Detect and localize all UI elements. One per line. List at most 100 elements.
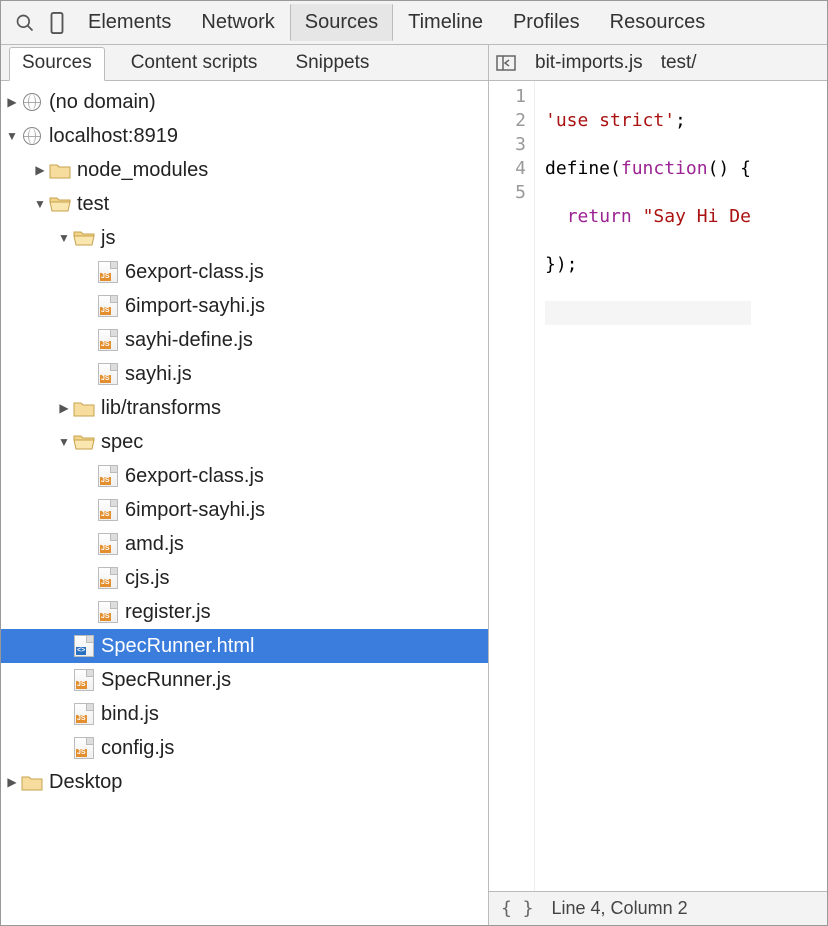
tab-network[interactable]: Network — [186, 4, 289, 41]
tree-label: cjs.js — [125, 561, 169, 595]
tree-host[interactable]: ▼ localhost:8919 — [1, 119, 488, 153]
line-number: 4 — [489, 157, 526, 181]
chevron-down-icon: ▼ — [33, 187, 47, 221]
chevron-down-icon: ▼ — [5, 119, 19, 153]
tree-label: node_modules — [77, 153, 208, 187]
tree-label: 6import-sayhi.js — [125, 289, 265, 323]
editor-tab[interactable]: test/ — [661, 52, 697, 74]
code-token: function — [621, 158, 708, 179]
code-token: 'use strict' — [545, 110, 675, 131]
tree-file[interactable]: JS 6export-class.js — [1, 255, 488, 289]
line-number: 5 — [489, 181, 526, 205]
tree-folder-node-modules[interactable]: ▶ node_modules — [1, 153, 488, 187]
tree-folder-js[interactable]: ▼ js — [1, 221, 488, 255]
main-split: Sources Content scripts Snippets ▶ (no d… — [1, 45, 827, 925]
tree-label: spec — [101, 425, 143, 459]
tree-file[interactable]: JS sayhi-define.js — [1, 323, 488, 357]
js-file-icon: JS — [97, 364, 119, 384]
tree-domain-none[interactable]: ▶ (no domain) — [1, 85, 488, 119]
show-navigator-icon[interactable] — [495, 55, 517, 71]
folder-icon — [49, 160, 71, 180]
editor-tab-label: test/ — [661, 52, 697, 74]
code-token: }); — [545, 254, 578, 275]
tree-label: register.js — [125, 595, 211, 629]
html-file-icon: <> — [73, 636, 95, 656]
tree-label: SpecRunner.html — [101, 629, 254, 663]
js-file-icon: JS — [97, 330, 119, 350]
tree-file[interactable]: JS 6import-sayhi.js — [1, 289, 488, 323]
tree-folder-spec[interactable]: ▼ spec — [1, 425, 488, 459]
navigator-sub-tabs: Sources Content scripts Snippets — [1, 45, 488, 81]
js-file-icon: JS — [97, 568, 119, 588]
editor-tab-active[interactable]: bit-imports.js — [535, 52, 643, 74]
tree-label: 6export-class.js — [125, 255, 264, 289]
tree-file[interactable]: JS SpecRunner.js — [1, 663, 488, 697]
tree-file[interactable]: JS 6import-sayhi.js — [1, 493, 488, 527]
js-file-icon: JS — [97, 466, 119, 486]
tree-label: sayhi-define.js — [125, 323, 253, 357]
editor-status-bar: { } Line 4, Column 2 — [489, 891, 827, 925]
tree-folder-lib-transforms[interactable]: ▶ lib/transforms — [1, 391, 488, 425]
code-token — [632, 206, 643, 227]
sub-tab-sources[interactable]: Sources — [9, 47, 105, 81]
sub-tab-snippets[interactable]: Snippets — [283, 48, 381, 80]
chevron-right-icon: ▶ — [5, 765, 19, 799]
tab-timeline[interactable]: Timeline — [393, 4, 498, 41]
devtools-panel-tabs: Elements Network Sources Timeline Profil… — [73, 4, 720, 41]
code-token: () { — [708, 158, 751, 179]
tree-file[interactable]: JS config.js — [1, 731, 488, 765]
line-number: 1 — [489, 85, 526, 109]
editor-tab-bar: bit-imports.js test/ — [489, 45, 827, 81]
folder-open-icon — [73, 432, 95, 452]
tree-file[interactable]: JS sayhi.js — [1, 357, 488, 391]
js-file-icon: JS — [73, 670, 95, 690]
chevron-right-icon: ▶ — [33, 153, 47, 187]
editor-pane: bit-imports.js test/ 1 2 3 4 5 'use stri… — [489, 45, 827, 925]
navigator-pane: Sources Content scripts Snippets ▶ (no d… — [1, 45, 489, 925]
tree-label: localhost:8919 — [49, 119, 178, 153]
tab-elements[interactable]: Elements — [73, 4, 186, 41]
js-file-icon: JS — [97, 500, 119, 520]
sub-tab-content-scripts[interactable]: Content scripts — [119, 48, 270, 80]
tab-resources[interactable]: Resources — [595, 4, 721, 41]
tree-file[interactable]: JS register.js — [1, 595, 488, 629]
tree-label: test — [77, 187, 109, 221]
tree-file-selected[interactable]: <> SpecRunner.html — [1, 629, 488, 663]
code-token: return — [567, 206, 632, 227]
file-tree: ▶ (no domain) ▼ localhost:8919 ▶ node_mo… — [1, 81, 488, 925]
code-content: 'use strict'; define(function() { return… — [535, 81, 751, 891]
folder-open-icon — [49, 194, 71, 214]
tab-profiles[interactable]: Profiles — [498, 4, 595, 41]
folder-icon — [21, 772, 43, 792]
line-number: 3 — [489, 133, 526, 157]
tree-label: lib/transforms — [101, 391, 221, 425]
tree-file[interactable]: JS bind.js — [1, 697, 488, 731]
folder-open-icon — [73, 228, 95, 248]
editor-tab-label: bit-imports.js — [535, 52, 643, 74]
tree-label: 6export-class.js — [125, 459, 264, 493]
code-token: "Say Hi De — [643, 206, 751, 227]
device-mode-icon[interactable] — [41, 7, 73, 39]
tree-label: 6import-sayhi.js — [125, 493, 265, 527]
tab-sources[interactable]: Sources — [290, 4, 393, 41]
code-token — [545, 206, 567, 227]
tree-label: sayhi.js — [125, 357, 192, 391]
tree-file[interactable]: JS 6export-class.js — [1, 459, 488, 493]
tree-file[interactable]: JS cjs.js — [1, 561, 488, 595]
devtools-toolbar: Elements Network Sources Timeline Profil… — [1, 1, 827, 45]
pretty-print-icon[interactable]: { } — [501, 898, 534, 919]
folder-icon — [73, 398, 95, 418]
globe-icon — [21, 126, 43, 146]
code-editor[interactable]: 1 2 3 4 5 'use strict'; define(function(… — [489, 81, 827, 891]
js-file-icon: JS — [97, 296, 119, 316]
js-file-icon: JS — [73, 704, 95, 724]
chevron-right-icon: ▶ — [5, 85, 19, 119]
search-icon[interactable] — [9, 7, 41, 39]
chevron-down-icon: ▼ — [57, 425, 71, 459]
js-file-icon: JS — [97, 602, 119, 622]
tree-file[interactable]: JS amd.js — [1, 527, 488, 561]
tree-folder-desktop[interactable]: ▶ Desktop — [1, 765, 488, 799]
tree-folder-test[interactable]: ▼ test — [1, 187, 488, 221]
globe-icon — [21, 92, 43, 112]
tree-label: (no domain) — [49, 85, 156, 119]
